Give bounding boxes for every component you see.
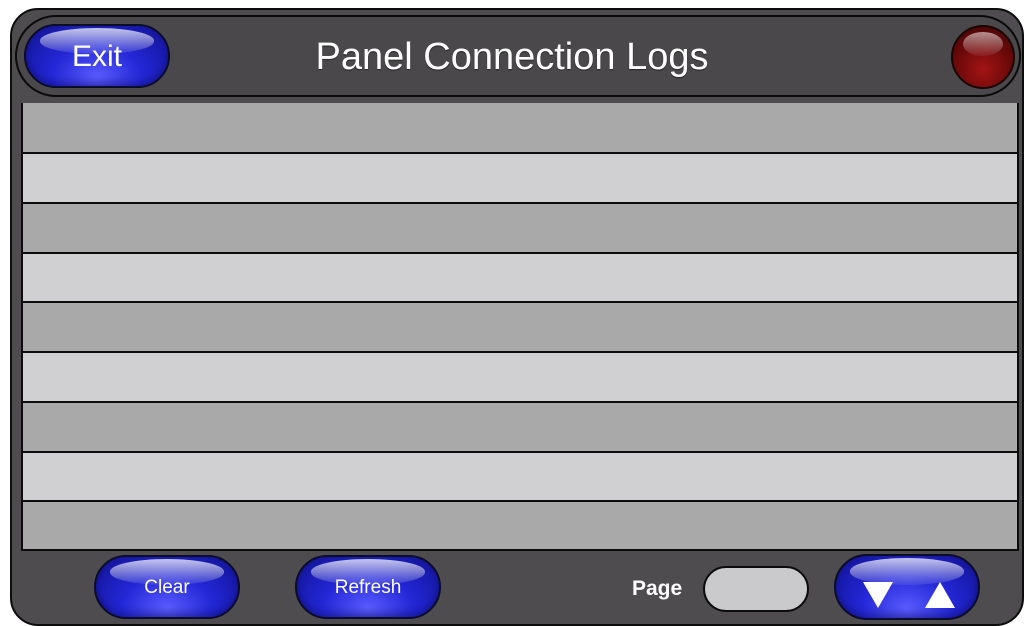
refresh-button[interactable]: Refresh — [295, 555, 441, 619]
log-row[interactable] — [23, 403, 1017, 453]
log-row[interactable] — [23, 103, 1017, 154]
arrow-up-icon[interactable] — [925, 582, 955, 608]
log-row[interactable] — [23, 254, 1017, 303]
log-row[interactable] — [23, 204, 1017, 254]
exit-button-label: Exit — [71, 40, 122, 73]
page-nav-button[interactable] — [834, 554, 980, 620]
page-number-field[interactable] — [703, 566, 809, 612]
clear-button-label: Clear — [144, 577, 190, 598]
log-row[interactable] — [23, 303, 1017, 353]
log-row[interactable] — [23, 502, 1017, 551]
log-row[interactable] — [23, 453, 1017, 502]
log-list[interactable] — [21, 103, 1019, 551]
log-row[interactable] — [23, 353, 1017, 403]
exit-button[interactable]: Exit — [24, 24, 170, 88]
page-label: Page — [632, 577, 683, 600]
status-light-icon — [951, 25, 1015, 89]
clear-button[interactable]: Clear — [94, 555, 240, 619]
arrow-down-icon[interactable] — [863, 582, 893, 608]
refresh-button-label: Refresh — [334, 577, 402, 598]
log-row[interactable] — [23, 154, 1017, 204]
